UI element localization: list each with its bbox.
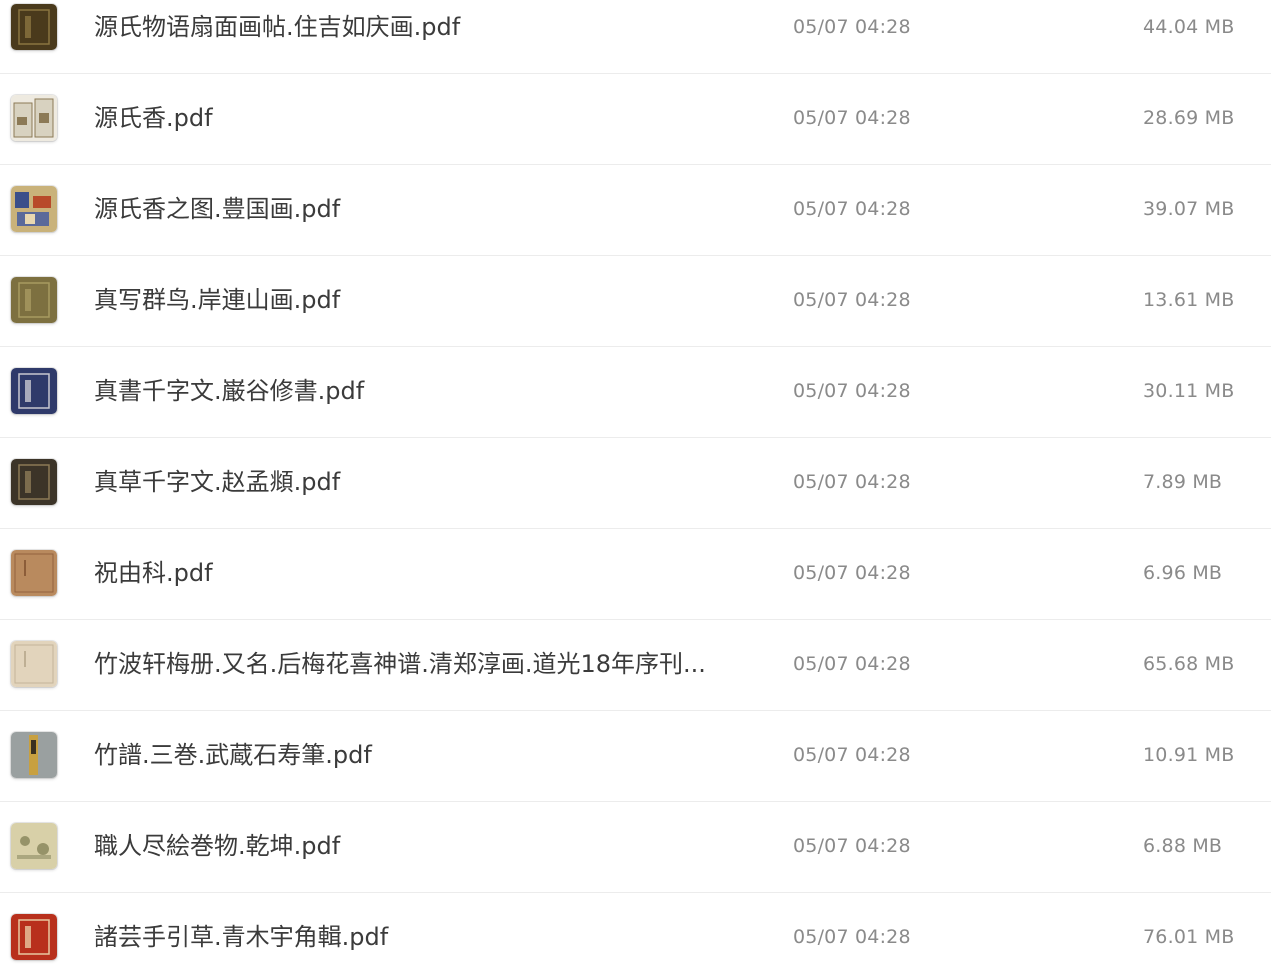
file-size: 6.96 MB <box>1143 562 1223 584</box>
file-list: 源氏物语扇面画帖.住吉如庆画.pdf 05/07 04:28 44.04 MB 源氏… <box>0 0 1271 960</box>
file-date: 05/07 04:28 <box>793 289 911 311</box>
file-date: 05/07 04:28 <box>793 107 911 129</box>
file-thumbnail[interactable] <box>11 732 57 778</box>
file-row[interactable]: 源氏物语扇面画帖.住吉如庆画.pdf 05/07 04:28 44.04 MB <box>0 0 1271 74</box>
file-size: 39.07 MB <box>1143 198 1235 220</box>
file-row[interactable]: 源氏香.pdf 05/07 04:28 28.69 MB <box>0 74 1271 165</box>
file-thumbnail[interactable] <box>11 277 57 323</box>
book-page-icon <box>11 550 57 596</box>
book-cover-icon <box>11 368 57 414</box>
file-row[interactable]: 真書千字文.巌谷修書.pdf 05/07 04:28 30.11 MB <box>0 347 1271 438</box>
file-date: 05/07 04:28 <box>793 926 911 948</box>
file-date: 05/07 04:28 <box>793 744 911 766</box>
file-date: 05/07 04:28 <box>793 198 911 220</box>
file-size: 65.68 MB <box>1143 653 1235 675</box>
file-thumbnail[interactable] <box>11 459 57 505</box>
file-size: 10.91 MB <box>1143 744 1235 766</box>
file-row[interactable]: 源氏香之图.豊国画.pdf 05/07 04:28 39.07 MB <box>0 165 1271 256</box>
file-row[interactable]: 真草千字文.赵孟頫.pdf 05/07 04:28 7.89 MB <box>0 438 1271 529</box>
file-name[interactable]: 源氏香之图.豊国画.pdf <box>94 193 714 225</box>
book-cover-icon <box>11 914 57 960</box>
file-name[interactable]: 竹波轩梅册.又名.后梅花喜神谱.清郑淳画.道光18年序刊... <box>94 648 714 680</box>
file-name[interactable]: 祝由科.pdf <box>94 557 714 589</box>
file-thumbnail[interactable] <box>11 368 57 414</box>
book-cover-icon <box>11 277 57 323</box>
file-date: 05/07 04:28 <box>793 835 911 857</box>
file-thumbnail[interactable] <box>11 641 57 687</box>
file-size: 44.04 MB <box>1143 16 1235 38</box>
book-cover-icon <box>11 4 57 50</box>
incense-boxes-icon <box>11 95 57 141</box>
file-size: 7.89 MB <box>1143 471 1223 493</box>
file-row[interactable]: 竹譜.三巻.武蔵石寿筆.pdf 05/07 04:28 10.91 MB <box>0 711 1271 802</box>
file-name[interactable]: 真草千字文.赵孟頫.pdf <box>94 466 714 498</box>
file-name[interactable]: 真書千字文.巌谷修書.pdf <box>94 375 714 407</box>
file-thumbnail[interactable] <box>11 823 57 869</box>
book-cover-icon <box>11 459 57 505</box>
file-row[interactable]: 職人尽絵巻物.乾坤.pdf 05/07 04:28 6.88 MB <box>0 802 1271 893</box>
scroll-painting-icon <box>11 823 57 869</box>
file-row[interactable]: 真写群鸟.岸連山画.pdf 05/07 04:28 13.61 MB <box>0 256 1271 347</box>
file-row[interactable]: 竹波轩梅册.又名.后梅花喜神谱.清郑淳画.道光18年序刊... 05/07 04:… <box>0 620 1271 711</box>
file-size: 30.11 MB <box>1143 380 1235 402</box>
file-name[interactable]: 諸芸手引草.青木宇角輯.pdf <box>94 921 714 953</box>
file-thumbnail[interactable] <box>11 186 57 232</box>
book-page-icon <box>11 641 57 687</box>
file-name[interactable]: 竹譜.三巻.武蔵石寿筆.pdf <box>94 739 714 771</box>
file-thumbnail[interactable] <box>11 95 57 141</box>
file-name[interactable]: 職人尽絵巻物.乾坤.pdf <box>94 830 714 862</box>
file-row[interactable]: 諸芸手引草.青木宇角輯.pdf 05/07 04:28 76.01 MB <box>0 893 1271 965</box>
file-name[interactable]: 真写群鸟.岸連山画.pdf <box>94 284 714 316</box>
file-size: 6.88 MB <box>1143 835 1223 857</box>
file-thumbnail[interactable] <box>11 4 57 50</box>
file-thumbnail[interactable] <box>11 914 57 960</box>
file-date: 05/07 04:28 <box>793 16 911 38</box>
file-date: 05/07 04:28 <box>793 471 911 493</box>
file-size: 76.01 MB <box>1143 926 1235 948</box>
file-name[interactable]: 源氏物语扇面画帖.住吉如庆画.pdf <box>94 11 714 43</box>
file-name[interactable]: 源氏香.pdf <box>94 102 714 134</box>
file-size: 28.69 MB <box>1143 107 1235 129</box>
file-thumbnail[interactable] <box>11 550 57 596</box>
file-date: 05/07 04:28 <box>793 380 911 402</box>
woodblock-print-icon <box>11 186 57 232</box>
book-spine-icon <box>11 732 57 778</box>
file-date: 05/07 04:28 <box>793 562 911 584</box>
file-size: 13.61 MB <box>1143 289 1235 311</box>
file-date: 05/07 04:28 <box>793 653 911 675</box>
file-row[interactable]: 祝由科.pdf 05/07 04:28 6.96 MB <box>0 529 1271 620</box>
